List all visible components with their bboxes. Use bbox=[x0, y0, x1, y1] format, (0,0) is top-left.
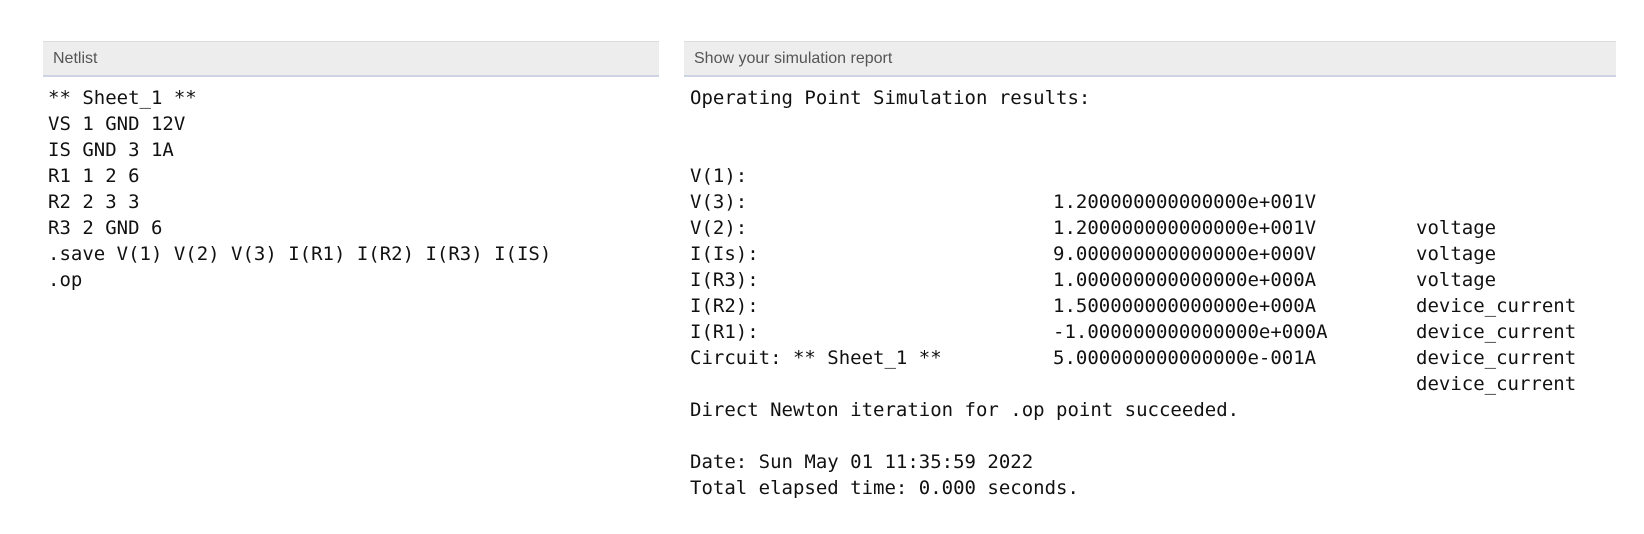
result-row: V(2): 9.000000000000000e+000V voltage bbox=[690, 189, 1616, 291]
result-row: I(R1): 5.000000000000000e-001A device_cu… bbox=[690, 293, 1616, 395]
newton-status-line: Direct Newton iteration for .op point su… bbox=[690, 399, 1240, 421]
result-value: 5.000000000000000e-001A bbox=[1053, 347, 1317, 369]
simulation-report-panel: Show your simulation report Operating Po… bbox=[684, 41, 1616, 501]
netlist-line: ** Sheet_1 ** bbox=[48, 87, 197, 109]
report-title: Operating Point Simulation results: bbox=[690, 87, 1091, 109]
netlist-line: R1 1 2 6 bbox=[48, 165, 140, 187]
netlist-line: R3 2 GND 6 bbox=[48, 217, 163, 239]
netlist-body: ** Sheet_1 ** VS 1 GND 12V IS GND 3 1A R… bbox=[43, 77, 659, 293]
result-row: I(R3): 1.500000000000000e+000A device_cu… bbox=[690, 241, 1616, 343]
result-name: I(R1): bbox=[690, 321, 759, 343]
date-line: Date: Sun May 01 11:35:59 2022 bbox=[690, 451, 1034, 473]
netlist-line: R2 2 3 3 bbox=[48, 191, 140, 213]
simulation-report-body: Operating Point Simulation results: V(1)… bbox=[684, 77, 1616, 501]
result-row: I(Is): 1.000000000000000e+000A device_cu… bbox=[690, 215, 1616, 317]
netlist-line: IS GND 3 1A bbox=[48, 139, 174, 161]
netlist-line: .op bbox=[48, 269, 83, 291]
elapsed-time-line: Total elapsed time: 0.000 seconds. bbox=[690, 477, 1079, 499]
result-row: V(1): 1.200000000000000e+001V voltage bbox=[690, 137, 1616, 239]
result-row: I(R2): -1.000000000000000e+000A device_c… bbox=[690, 267, 1616, 369]
netlist-header[interactable]: Netlist bbox=[43, 41, 659, 77]
result-type: device_current bbox=[1416, 321, 1577, 343]
result-type: device_current bbox=[1416, 373, 1577, 395]
netlist-line: .save V(1) V(2) V(3) I(R1) I(R2) I(R3) I… bbox=[48, 243, 552, 265]
netlist-line: VS 1 GND 12V bbox=[48, 113, 186, 135]
result-row: V(3): 1.200000000000000e+001V voltage bbox=[690, 163, 1616, 265]
result-value: -1.000000000000000e+000A bbox=[1053, 321, 1328, 343]
result-type: device_current bbox=[1416, 347, 1577, 369]
simulation-report-header[interactable]: Show your simulation report bbox=[684, 41, 1616, 77]
netlist-panel: Netlist ** Sheet_1 ** VS 1 GND 12V IS GN… bbox=[43, 41, 659, 293]
